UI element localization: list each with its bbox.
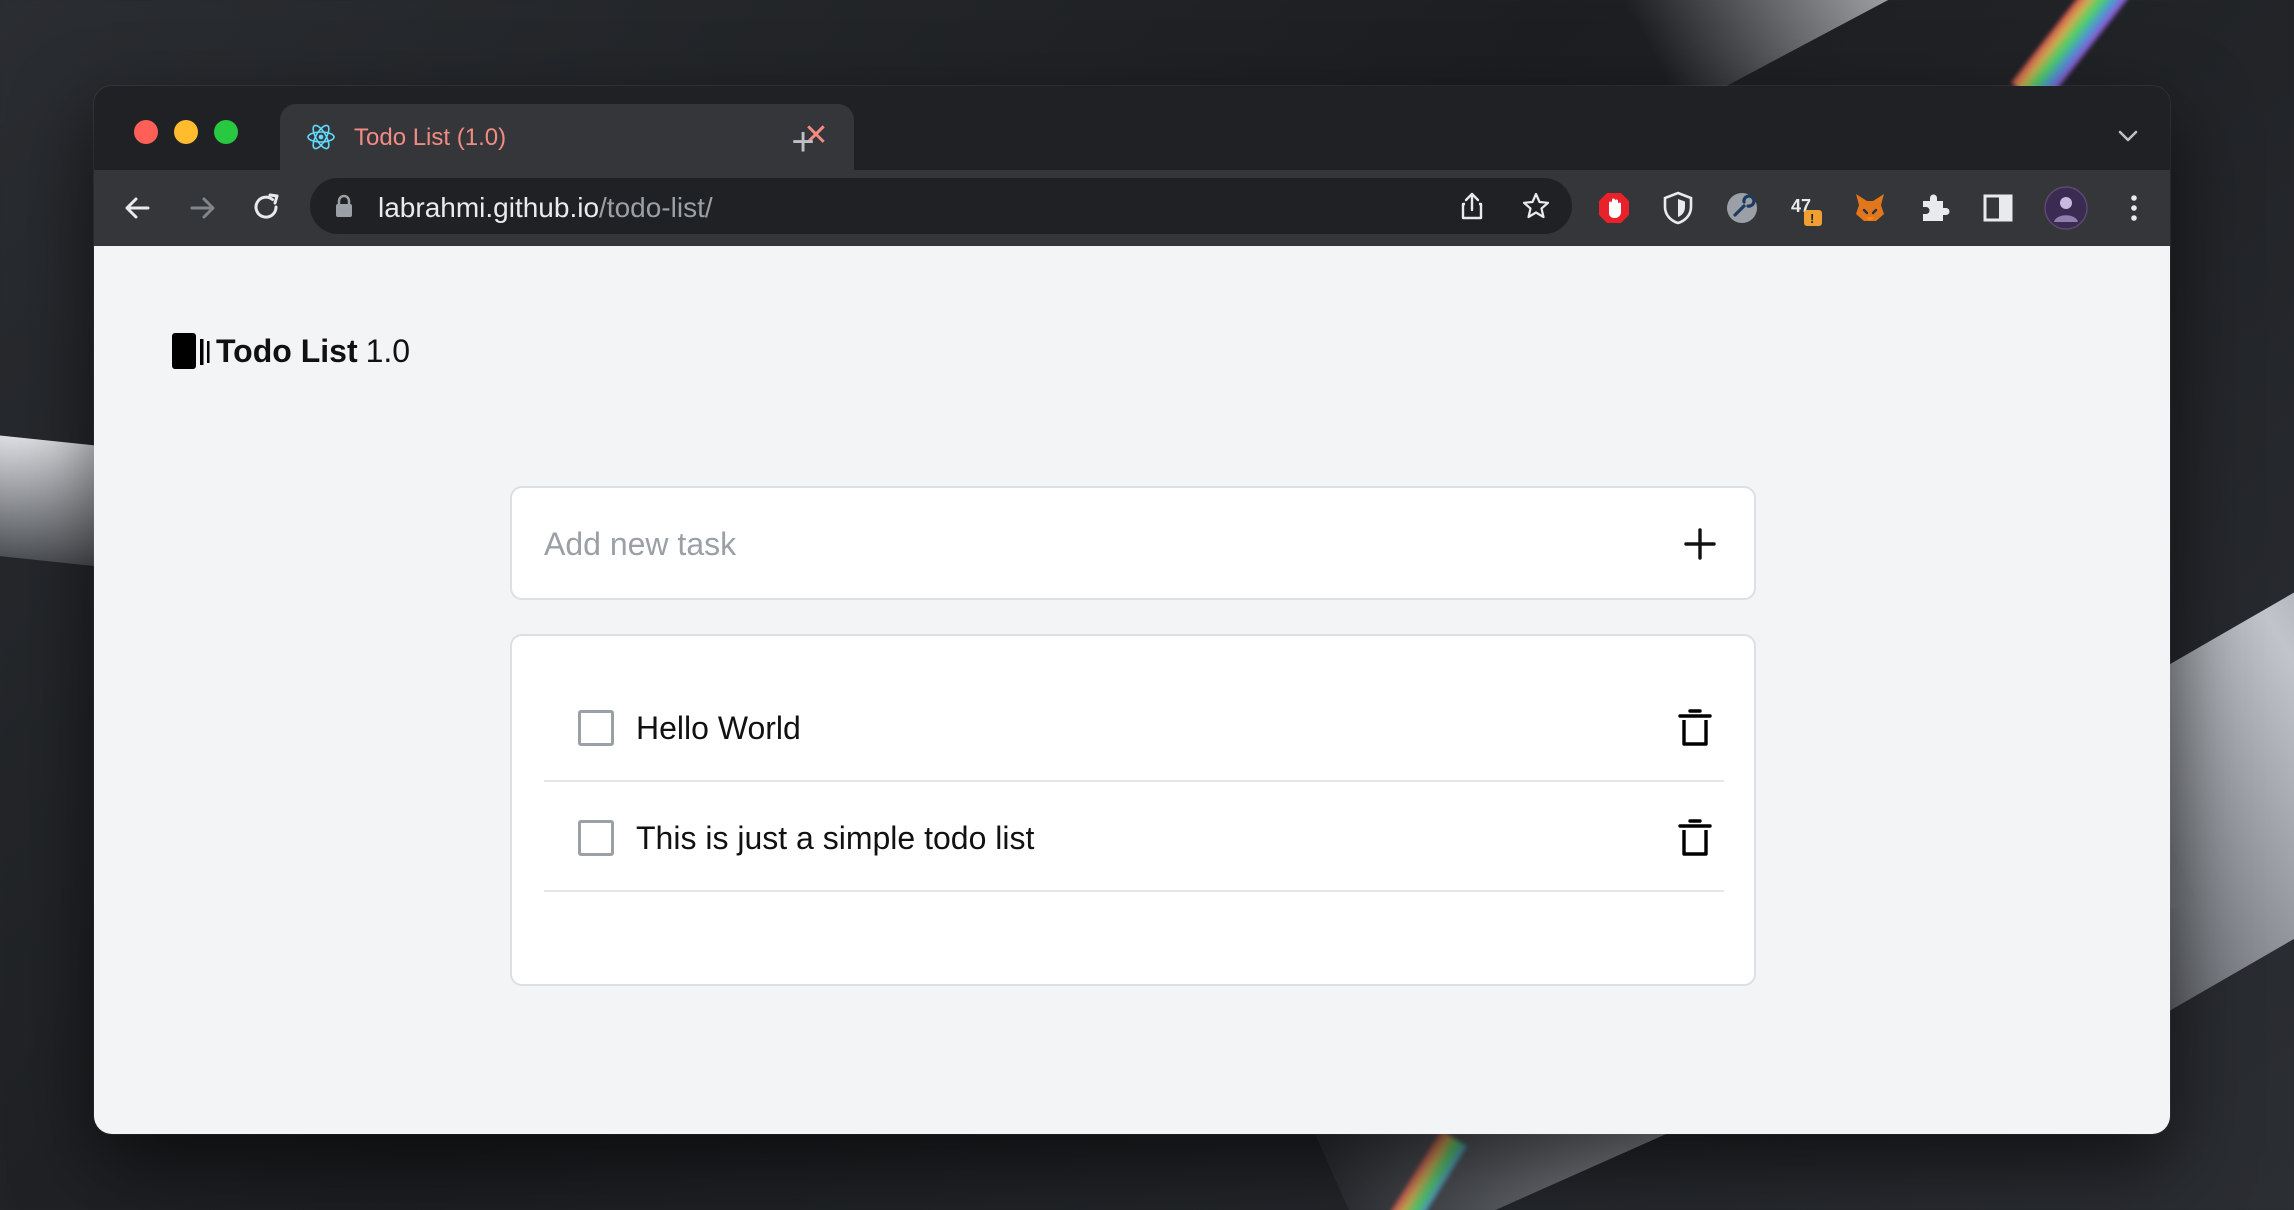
new-tab-button[interactable]: + [776,120,830,168]
react-icon [307,124,335,150]
close-window-button[interactable] [134,120,158,144]
side-panel-icon[interactable] [1980,190,2016,226]
app-title: Todo List [216,332,358,369]
delete-task-trash-icon[interactable] [1678,818,1712,858]
maximize-window-button[interactable] [214,120,238,144]
tab-title: Todo List (1.0) [354,124,507,151]
back-icon[interactable] [120,190,156,226]
minimize-window-button[interactable] [174,120,198,144]
tab-bar: Todo List (1.0) ✕ + [94,86,2170,170]
puzzle-extensions-icon[interactable] [1916,190,1952,226]
task-text: Hello World [636,710,801,746]
add-task-form [510,486,1756,600]
forward-icon[interactable] [184,190,220,226]
app-brand: Todo List 1.0 [170,330,410,372]
url-path: /todo-list/ [599,192,713,223]
task-item: Hello World [544,672,1724,782]
profile-avatar[interactable] [2044,186,2088,230]
metamask-fox-icon[interactable] [1852,190,1888,226]
extension-badge-text: ! [1810,211,1814,226]
more-menu-icon[interactable] [2116,190,2152,226]
counter-extension-icon[interactable]: 47 ! [1788,190,1824,226]
page-content: Todo List 1.0 Hello World This is ju [94,246,2170,1134]
add-task-button[interactable] [1682,526,1718,562]
app-version: 1.0 [365,332,411,369]
address-bar[interactable]: labrahmi.github.io/todo-list/ [310,178,1572,234]
new-task-input[interactable] [544,518,1644,570]
share-icon[interactable] [1456,190,1488,222]
task-checkbox[interactable] [578,710,614,746]
tab-search-chevron-icon[interactable] [2114,124,2142,148]
reload-icon[interactable] [248,190,284,226]
task-text: This is just a simple todo list [636,820,1035,856]
task-checkbox[interactable] [578,820,614,856]
shield-icon[interactable] [1660,190,1696,226]
url-text[interactable]: labrahmi.github.io/todo-list/ [378,192,713,224]
wrench-icon[interactable] [1724,190,1760,226]
adblock-icon[interactable] [1596,190,1632,226]
task-item: This is just a simple todo list [544,782,1724,892]
browser-window: Todo List (1.0) ✕ + labrahmi.github.io/t… [94,86,2170,1134]
app-logo-icon [172,333,210,369]
task-list: Hello World This is just a simple todo l… [510,634,1756,986]
lock-icon[interactable] [334,194,354,218]
browser-toolbar: labrahmi.github.io/todo-list/ 47 ! [94,170,2170,246]
url-domain: labrahmi.github.io [378,192,600,223]
delete-task-trash-icon[interactable] [1678,708,1712,748]
bookmark-star-icon[interactable] [1520,190,1552,222]
browser-tab[interactable]: Todo List (1.0) ✕ [280,104,854,170]
